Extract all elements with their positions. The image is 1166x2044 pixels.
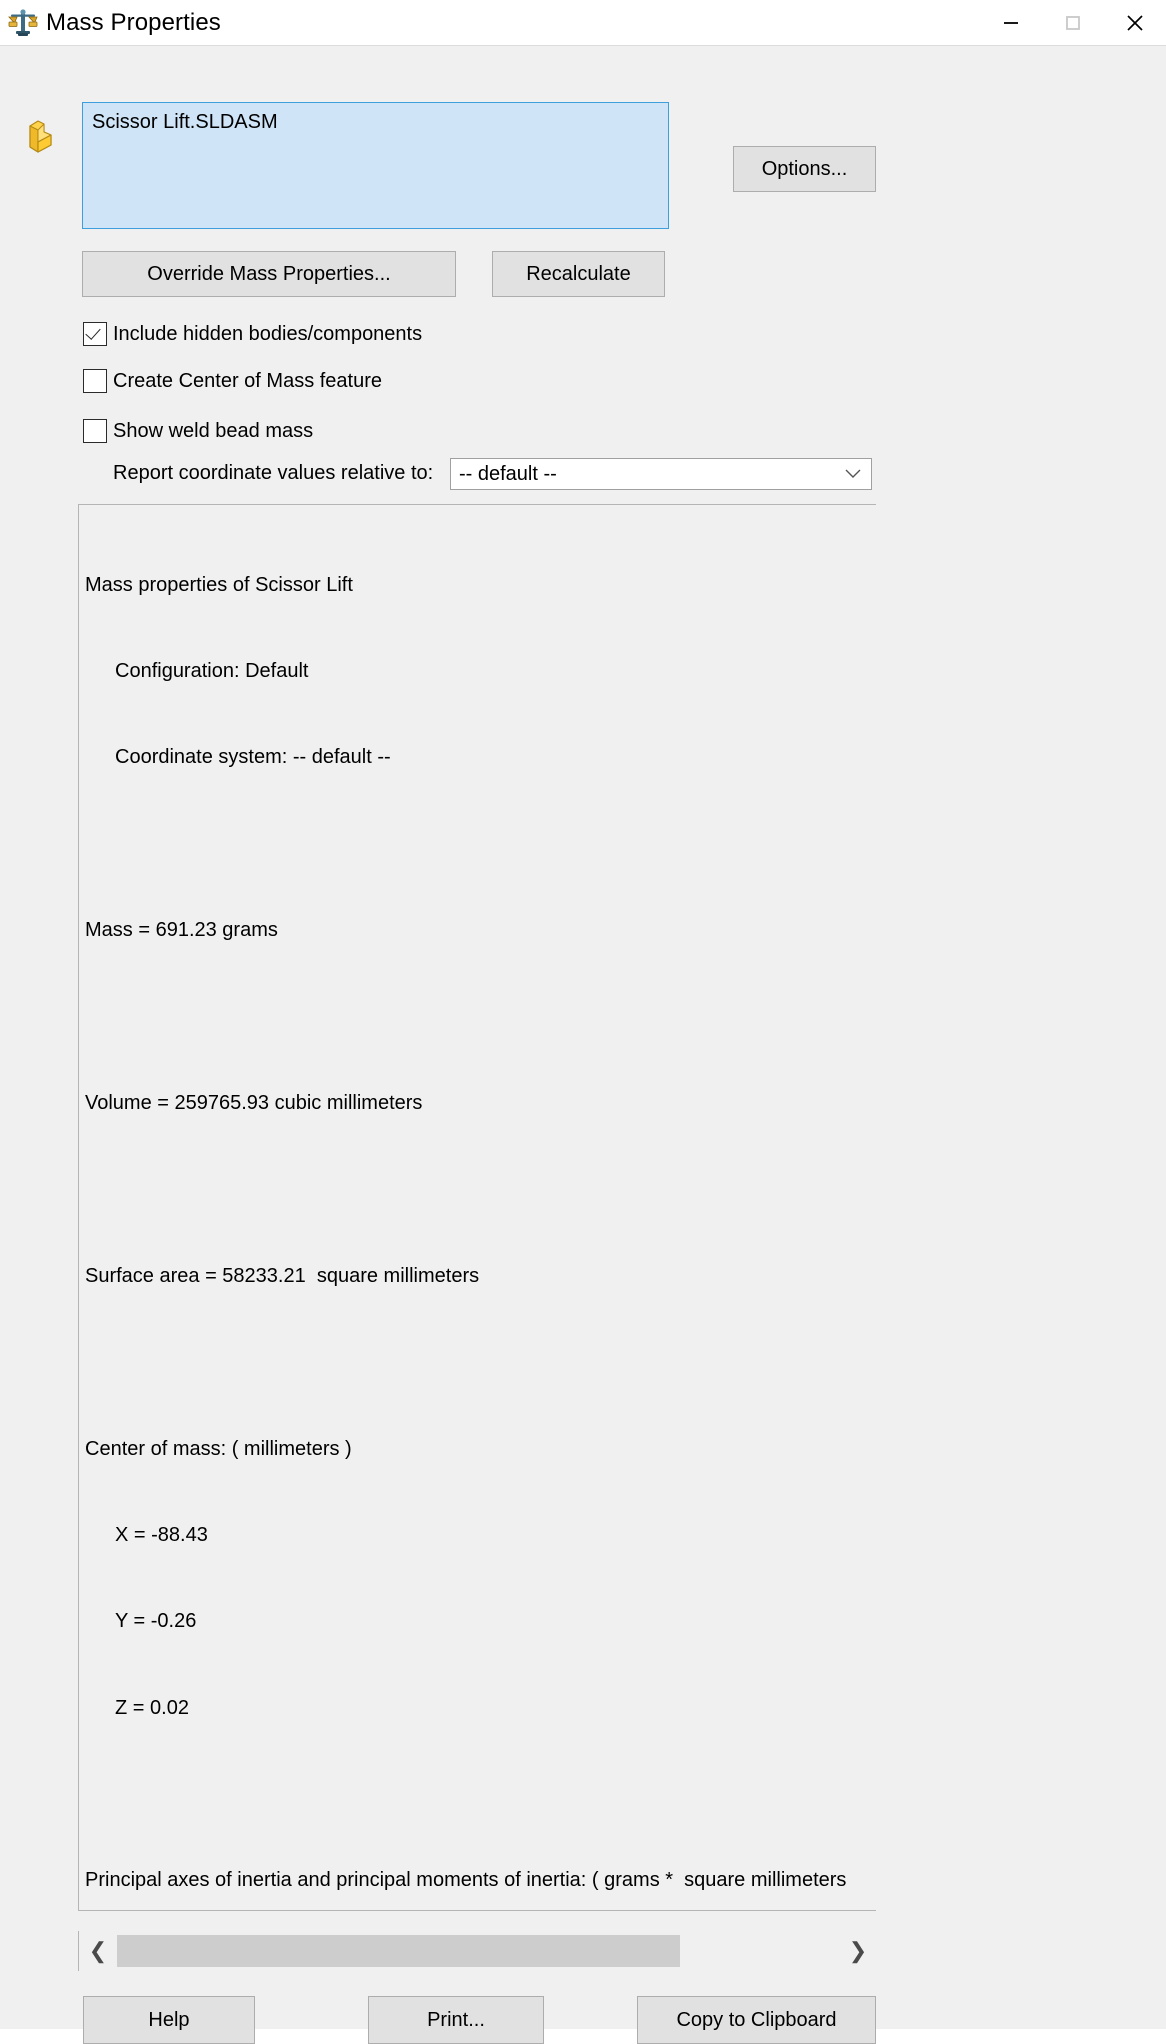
chevron-left-icon[interactable]: ❮ <box>79 1931 117 1971</box>
results-text: Mass properties of Scissor Lift Configur… <box>79 505 876 1910</box>
results-pane[interactable]: Mass properties of Scissor Lift Configur… <box>78 504 876 1911</box>
results-surface-area: Surface area = 58233.21 square millimete… <box>85 1264 480 1287</box>
recalculate-button[interactable]: Recalculate <box>492 251 665 297</box>
principal-axes-title: Principal axes of inertia and principal … <box>85 1869 847 1892</box>
copy-to-clipboard-button[interactable]: Copy to Clipboard <box>637 1996 876 2044</box>
title-bar: Mass Properties <box>0 0 1166 46</box>
help-button[interactable]: Help <box>83 1996 255 2044</box>
maximize-icon[interactable] <box>1042 0 1104 45</box>
results-mass: Mass = 691.23 grams <box>85 919 278 942</box>
print-button[interactable]: Print... <box>368 1996 544 2044</box>
chevron-down-icon[interactable] <box>843 469 863 479</box>
results-volume: Volume = 259765.93 cubic millimeters <box>85 1091 423 1114</box>
override-mass-properties-button[interactable]: Override Mass Properties... <box>82 251 456 297</box>
coordinate-system-dropdown[interactable]: -- default -- <box>450 458 872 490</box>
window-title: Mass Properties <box>46 8 221 36</box>
center-of-mass-x: X = -88.43 <box>115 1523 208 1546</box>
coordinate-relative-label: Report coordinate values relative to: <box>113 462 434 484</box>
checkbox-label: Include hidden bodies/components <box>113 322 423 345</box>
center-of-mass-z: Z = 0.02 <box>115 1696 189 1719</box>
scrollbar-thumb[interactable] <box>117 1935 681 1967</box>
dialog-body: Scissor Lift.SLDASM Options... Override … <box>0 46 1166 2044</box>
window-controls <box>980 0 1166 45</box>
close-icon[interactable] <box>1104 0 1166 45</box>
chevron-right-icon[interactable]: ❯ <box>839 1931 877 1971</box>
checkbox-include-hidden-bodies[interactable]: Include hidden bodies/components <box>83 322 422 346</box>
checkbox-unchecked-icon[interactable] <box>83 369 107 393</box>
part-cube-icon <box>24 114 60 154</box>
horizontal-scrollbar[interactable]: ❮ ❯ <box>78 1931 877 1971</box>
options-button[interactable]: Options... <box>733 146 876 192</box>
checkbox-checked-icon[interactable] <box>83 322 107 346</box>
checkbox-unchecked-icon[interactable] <box>83 419 107 443</box>
center-of-mass-title: Center of mass: ( millimeters ) <box>85 1437 352 1460</box>
center-of-mass-y: Y = -0.26 <box>115 1610 197 1633</box>
minimize-icon[interactable] <box>980 0 1042 45</box>
results-coordinate-system: Coordinate system: -- default -- <box>115 746 391 769</box>
checkbox-label: Create Center of Mass feature <box>113 369 383 392</box>
scale-balance-icon <box>8 8 38 38</box>
results-configuration: Configuration: Default <box>115 659 309 682</box>
checkbox-show-weld-bead-mass[interactable]: Show weld bead mass <box>83 419 313 443</box>
results-title: Mass properties of Scissor Lift <box>85 573 353 596</box>
checkbox-create-center-of-mass[interactable]: Create Center of Mass feature <box>83 369 382 393</box>
selected-document[interactable]: Scissor Lift.SLDASM <box>92 110 659 135</box>
checkbox-label: Show weld bead mass <box>113 419 314 442</box>
selection-box[interactable]: Scissor Lift.SLDASM <box>82 102 669 229</box>
dropdown-selected-value: -- default -- <box>459 462 557 485</box>
scrollbar-track[interactable] <box>117 1931 839 1971</box>
